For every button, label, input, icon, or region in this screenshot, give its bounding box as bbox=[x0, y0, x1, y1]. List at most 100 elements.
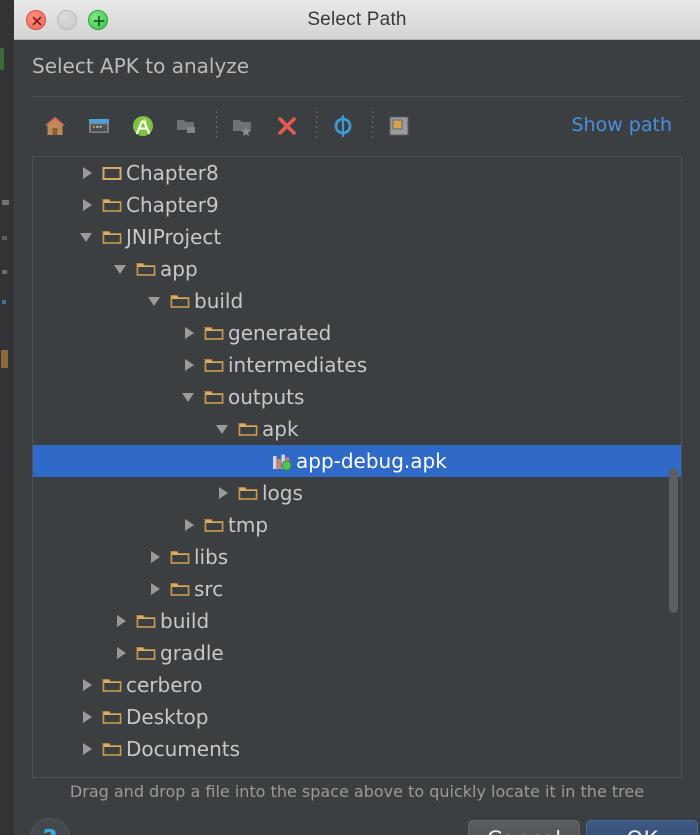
tree-row[interactable]: src bbox=[33, 573, 682, 605]
folder-icon bbox=[170, 549, 190, 565]
tree-row[interactable]: Desktop bbox=[33, 701, 682, 733]
tree-row-label: apk bbox=[262, 417, 299, 441]
tree-row-selected[interactable]: app-debug.apk bbox=[33, 445, 682, 477]
tree-row[interactable]: intermediates bbox=[33, 349, 682, 381]
chevron-right-icon[interactable] bbox=[81, 199, 93, 211]
toolbar-separator-3 bbox=[372, 111, 373, 141]
chevron-right-icon[interactable] bbox=[149, 551, 161, 563]
tree-row-label: cerbero bbox=[126, 673, 203, 697]
tree-scrollbar[interactable] bbox=[667, 158, 679, 778]
folder-icon bbox=[204, 357, 224, 373]
tree-row-label: Chapter8 bbox=[126, 161, 219, 185]
file-chooser-toolbar: Show path bbox=[26, 102, 688, 150]
tree-row-label: gradle bbox=[160, 641, 224, 665]
tree-row[interactable]: build bbox=[33, 605, 682, 637]
header-divider bbox=[32, 96, 682, 97]
hidden-files-icon[interactable] bbox=[382, 109, 416, 143]
dialog-window: Select Path Select APK to analyze bbox=[0, 0, 700, 835]
tree-scrollbar-thumb[interactable] bbox=[669, 468, 678, 613]
folder-icon bbox=[102, 709, 122, 725]
toolbar-separator-2 bbox=[316, 111, 317, 141]
tree-row-label: build bbox=[194, 289, 243, 313]
drag-drop-hint: Drag and drop a file into the space abov… bbox=[14, 782, 700, 801]
tree-row[interactable]: JNIProject bbox=[33, 221, 682, 253]
delete-icon[interactable] bbox=[270, 109, 304, 143]
chevron-right-icon[interactable] bbox=[81, 679, 93, 691]
tree-row-label: JNIProject bbox=[126, 225, 221, 249]
tree-row-label: Documents bbox=[126, 737, 240, 761]
chevron-right-icon[interactable] bbox=[81, 711, 93, 723]
chevron-down-icon[interactable] bbox=[115, 263, 127, 275]
help-button[interactable]: ? bbox=[30, 818, 70, 835]
tree-row[interactable]: outputs bbox=[33, 381, 682, 413]
chevron-right-icon[interactable] bbox=[81, 167, 93, 179]
new-folder-icon[interactable] bbox=[226, 109, 260, 143]
chevron-down-icon[interactable] bbox=[217, 423, 229, 435]
tree-row[interactable]: build bbox=[33, 285, 682, 317]
background-window-sliver bbox=[0, 0, 14, 835]
chevron-right-icon[interactable] bbox=[183, 519, 195, 531]
tree-row[interactable]: app bbox=[33, 253, 682, 285]
tree-row[interactable]: libs bbox=[33, 541, 682, 573]
chevron-down-icon[interactable] bbox=[81, 231, 93, 243]
tree-row[interactable]: gradle bbox=[33, 637, 682, 669]
folder-icon bbox=[136, 613, 156, 629]
folder-icon[interactable] bbox=[170, 109, 204, 143]
refresh-icon[interactable] bbox=[326, 109, 360, 143]
chevron-right-icon[interactable] bbox=[217, 487, 229, 499]
tree-row-label: intermediates bbox=[228, 353, 367, 377]
tree-row[interactable]: Chapter9 bbox=[33, 189, 682, 221]
folder-icon bbox=[102, 229, 122, 245]
title-bar: Select Path bbox=[14, 0, 700, 40]
cancel-button[interactable]: Cancel bbox=[468, 820, 580, 835]
tree-row-label: generated bbox=[228, 321, 331, 345]
tree-row[interactable]: apk bbox=[33, 413, 682, 445]
folder-open-icon bbox=[102, 165, 122, 181]
toolbar-separator-1 bbox=[216, 111, 217, 141]
folder-icon bbox=[136, 261, 156, 277]
home-icon[interactable] bbox=[38, 109, 72, 143]
tree-row-label: tmp bbox=[228, 513, 268, 537]
window-title: Select Path bbox=[14, 9, 700, 31]
folder-icon bbox=[204, 517, 224, 533]
tree-row[interactable]: generated bbox=[33, 317, 682, 349]
android-studio-icon[interactable] bbox=[126, 109, 160, 143]
ok-button[interactable]: OK bbox=[586, 820, 698, 835]
chevron-right-icon[interactable] bbox=[149, 583, 161, 595]
tree-row-label: app bbox=[160, 257, 198, 281]
chevron-right-icon[interactable] bbox=[183, 327, 195, 339]
chevron-right-icon[interactable] bbox=[115, 615, 127, 627]
tree-row[interactable]: logs bbox=[33, 477, 682, 509]
folder-icon bbox=[102, 741, 122, 757]
tree-row-label: src bbox=[194, 577, 223, 601]
folder-icon bbox=[136, 645, 156, 661]
folder-icon bbox=[102, 677, 122, 693]
tree-row-label: libs bbox=[194, 545, 228, 569]
file-tree-panel[interactable]: Chapter8 Chapter9 JNIProject app build genera… bbox=[32, 156, 682, 778]
tree-row[interactable]: tmp bbox=[33, 509, 682, 541]
folder-icon bbox=[238, 421, 258, 437]
folder-icon bbox=[102, 197, 122, 213]
chevron-right-icon[interactable] bbox=[81, 743, 93, 755]
chevron-right-icon[interactable] bbox=[183, 359, 195, 371]
dialog-subtitle: Select APK to analyze bbox=[32, 54, 249, 78]
tree-row-label: logs bbox=[262, 481, 303, 505]
show-path-link[interactable]: Show path bbox=[571, 114, 672, 136]
desktop-icon[interactable] bbox=[82, 109, 116, 143]
file-tree[interactable]: Chapter8 Chapter9 JNIProject app build genera… bbox=[33, 157, 682, 765]
chevron-down-icon[interactable] bbox=[149, 295, 161, 307]
folder-icon bbox=[170, 581, 190, 597]
folder-icon bbox=[170, 293, 190, 309]
dialog-body: Select APK to analyze bbox=[14, 40, 700, 835]
tree-row[interactable]: Documents bbox=[33, 733, 682, 765]
tree-row[interactable]: cerbero bbox=[33, 669, 682, 701]
chevron-down-icon[interactable] bbox=[183, 391, 195, 403]
chevron-right-icon[interactable] bbox=[115, 647, 127, 659]
folder-icon bbox=[204, 325, 224, 341]
tree-row-label: Desktop bbox=[126, 705, 208, 729]
tree-row-label: app-debug.apk bbox=[296, 449, 447, 473]
folder-icon bbox=[238, 485, 258, 501]
tree-row-label: outputs bbox=[228, 385, 304, 409]
tree-row[interactable]: Chapter8 bbox=[33, 157, 682, 189]
tree-row-label: build bbox=[160, 609, 209, 633]
